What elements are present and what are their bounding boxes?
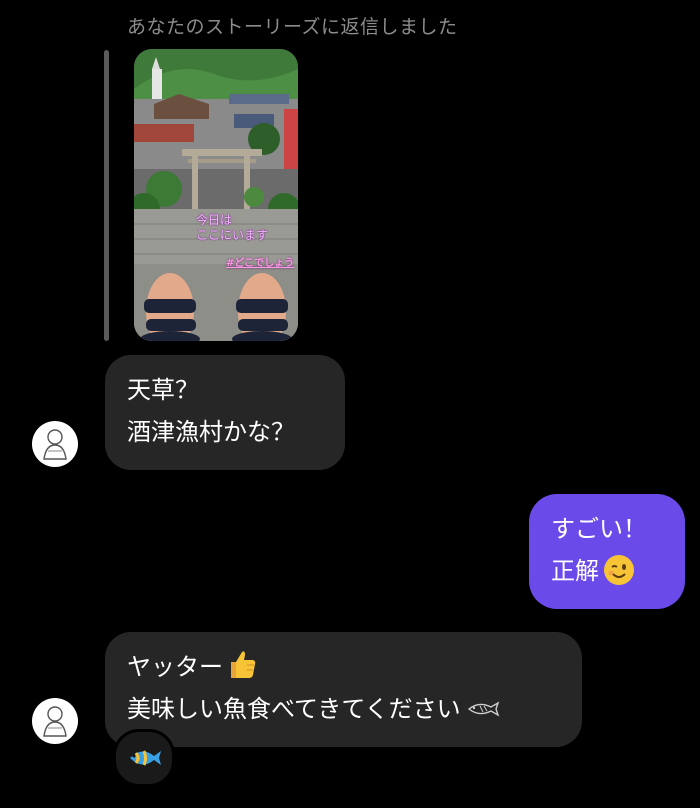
message-line: 美味しい魚食べてきてください <box>127 695 461 723</box>
story-thumbnail[interactable]: 今日は ここにいます #どこでしょう <box>134 49 298 341</box>
avatar[interactable] <box>32 421 78 467</box>
avatar[interactable] <box>32 698 78 744</box>
winking-face-icon <box>604 555 634 585</box>
avatar-sketch-icon <box>43 706 67 737</box>
story-caption: 今日は ここにいます <box>196 213 269 242</box>
story-hashtag: #どこでしょう <box>226 258 295 269</box>
thumbs-up-icon <box>231 651 256 678</box>
message-line: すごい！ <box>551 515 647 543</box>
tropical-fish-icon <box>130 750 161 766</box>
message-line: 正解 <box>551 557 599 585</box>
fish-icon <box>467 701 499 717</box>
story-photo <box>134 49 298 341</box>
reply-context-label: あなたのストーリーズに返信しました <box>127 16 458 38</box>
avatar-sketch-icon <box>43 429 67 460</box>
message-reaction[interactable] <box>113 729 175 787</box>
message-bubble-outgoing[interactable]: すごい！ 正解 <box>529 494 685 609</box>
message-line: ヤッター <box>127 653 223 681</box>
message-line: 天草？ <box>127 376 199 404</box>
message-bubble-incoming[interactable]: ヤッター 美味しい魚食べてきてください <box>105 632 582 747</box>
message-line: 酒津漁村かな？ <box>127 418 295 446</box>
message-bubble-incoming[interactable]: 天草？ 酒津漁村かな？ <box>105 355 345 470</box>
quote-bar <box>104 50 109 341</box>
